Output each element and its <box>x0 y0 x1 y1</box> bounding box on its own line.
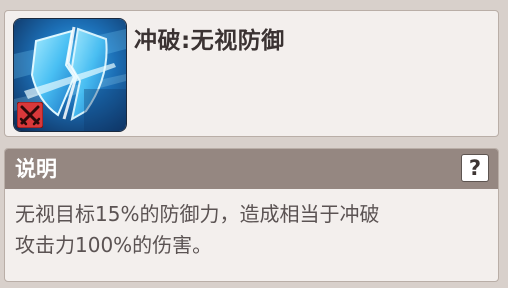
skill-name: 冲破:无视防御 <box>134 28 285 54</box>
skill-card: 冲破:无视防御 <box>4 10 499 137</box>
help-button[interactable]: ? <box>461 154 489 182</box>
description-header: 说明 ? <box>5 149 498 189</box>
description-text: 无视目标15%的防御力，造成相当于冲破 攻击力100%的伤害。 <box>15 199 485 261</box>
description-line: 无视目标15%的防御力，造成相当于冲破 <box>15 202 380 226</box>
description-header-title: 说明 <box>15 157 57 181</box>
description-panel: 说明 ? 无视目标15%的防御力，造成相当于冲破 攻击力100%的伤害。 <box>4 148 499 282</box>
crossed-swords-icon <box>16 101 44 129</box>
description-line: 攻击力100%的伤害。 <box>15 233 213 257</box>
